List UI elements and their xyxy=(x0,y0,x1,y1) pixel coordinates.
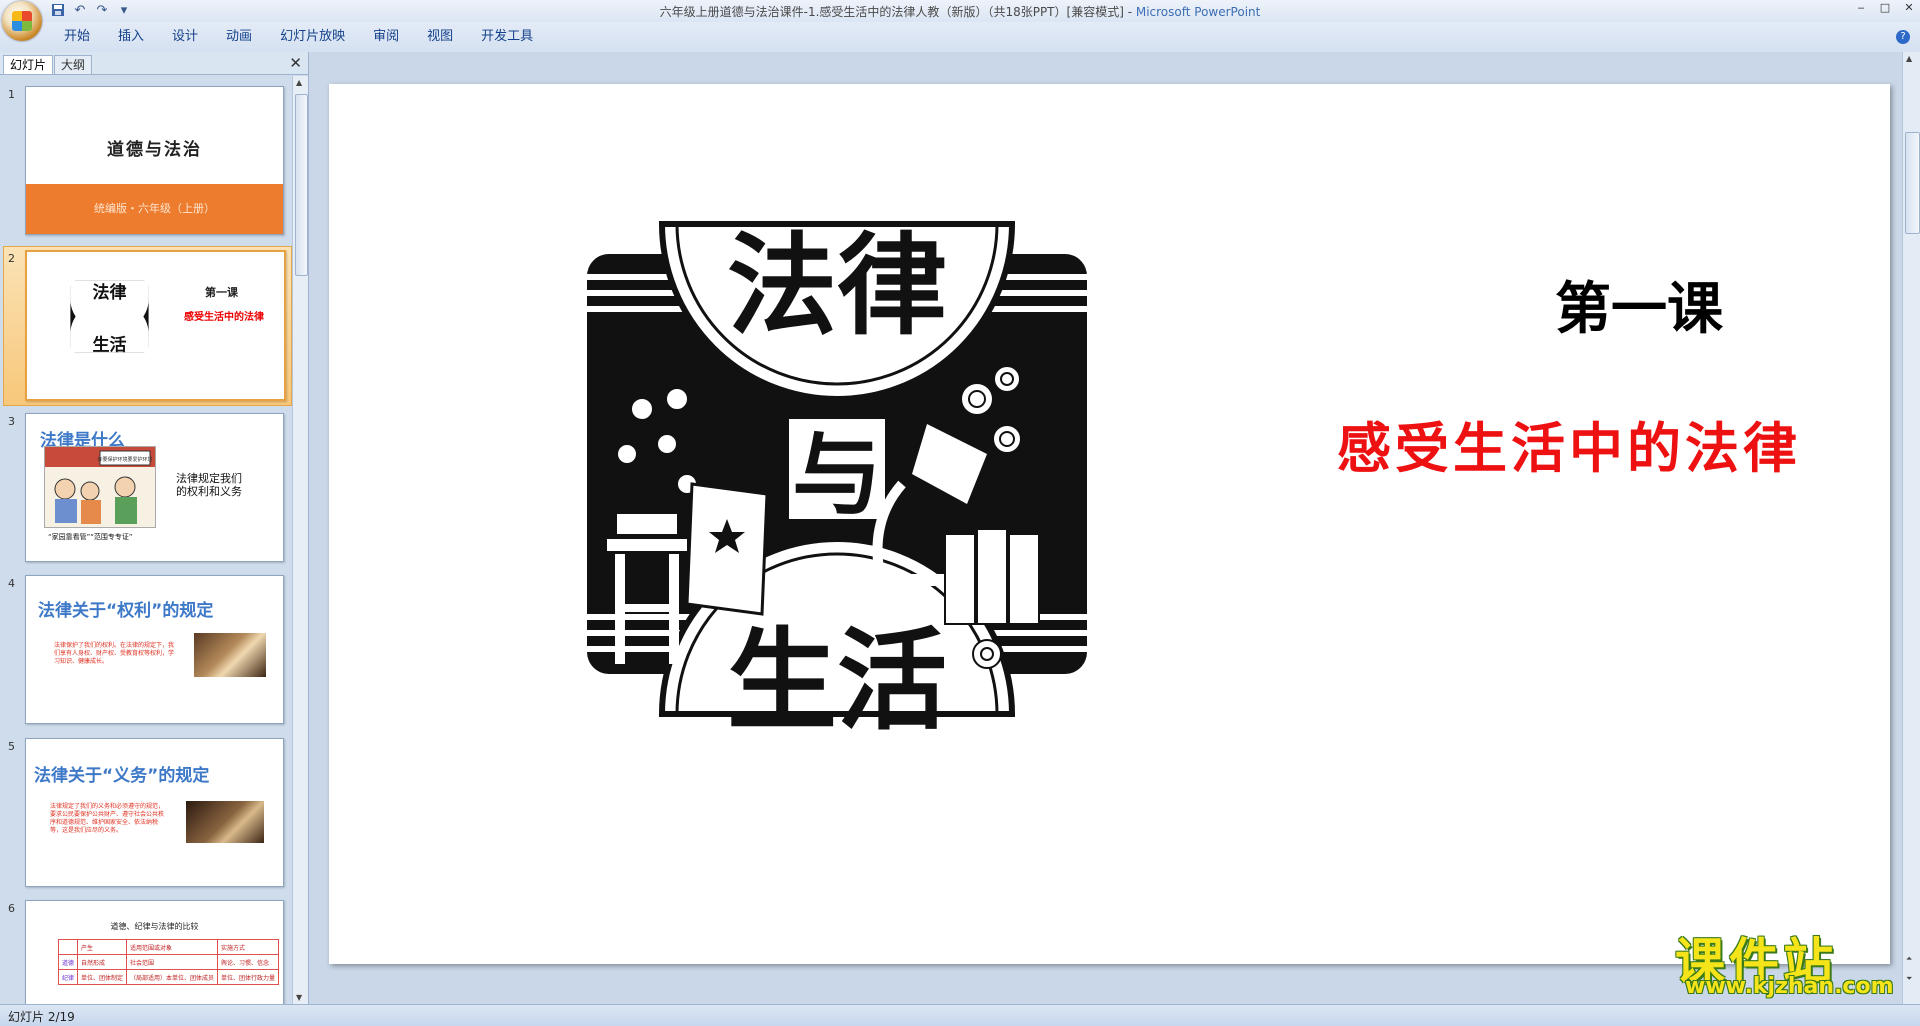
close-button[interactable]: ✕ xyxy=(1902,1,1916,14)
office-button[interactable] xyxy=(2,1,42,41)
thumb-emblem-icon: 法律 与 生活 xyxy=(70,280,149,356)
table-cell: 社会范围 xyxy=(126,954,219,970)
status-bar: 幻灯片 2/19 xyxy=(0,1004,1920,1026)
thumbnail-list: 1 道德与法治 统编版・六年级（上册） 2 法律 与 生活 第一课 感受生活中的… xyxy=(0,76,292,1004)
table-cell: 适用范围或对象 xyxy=(126,939,219,955)
thumb-cartoon-image: 你要保护环境要爱护环境 xyxy=(44,446,156,528)
thumb-side-text: 法律规定我们 的权利和义务 xyxy=(176,472,242,498)
maximize-button[interactable]: □ xyxy=(1878,1,1892,14)
slide-indicator: 幻灯片 2/19 xyxy=(8,1010,75,1024)
thumb-title: 第一课 xyxy=(205,286,238,299)
thumb-title: 道德与法治 xyxy=(107,140,202,160)
close-panel-icon[interactable]: ✕ xyxy=(289,54,302,72)
slide-number: 3 xyxy=(8,415,15,428)
scroll-thumb[interactable] xyxy=(295,94,308,276)
thumbnail-scrollbar[interactable]: ▲ ▼ xyxy=(292,76,308,1004)
emblem-top-text: 法律 xyxy=(727,222,947,350)
law-and-life-emblem: 法律 生活 与 xyxy=(587,221,1087,734)
help-icon[interactable]: ? xyxy=(1896,30,1910,44)
tab-outline[interactable]: 大纲 xyxy=(54,55,93,74)
thumb-book-image xyxy=(194,633,266,677)
thumb-title: 道德、纪律与法律的比较 xyxy=(110,922,199,931)
thumb-band: 统编版・六年级（上册） xyxy=(26,184,283,234)
slide-thumbnail-5[interactable]: 法律关于“义务”的规定 法律规定了我们的义务和必须遵守的规范，要求公民要保护公共… xyxy=(25,738,284,887)
document-title: 六年级上册道德与法治课件-1.感受生活中的法律人教（新版）（共18张PPT）[兼… xyxy=(659,5,1136,19)
watermark-logo: 课件站 www.kjzhan.com xyxy=(1665,922,1910,1002)
slide-thumbnail-3[interactable]: 法律是什么 你要保护环境要爱护环境 法律规定我们 的权利和义务 “家园靠看管”“… xyxy=(25,413,284,562)
slide-thumbnail-6[interactable]: 道德、纪律与法律的比较 产生 适用范围或对象 实施方式 道德 自然形成 社会范围… xyxy=(25,900,284,1004)
slide-number: 4 xyxy=(8,577,15,590)
thumb-caption: “家园靠看管”“范围专专证” xyxy=(48,533,133,541)
thumb-emblem-mid: 与 xyxy=(104,311,116,325)
scroll-down-icon[interactable]: ▼ xyxy=(296,993,302,1002)
thumb-subtitle: 感受生活中的法律 xyxy=(184,312,264,323)
table-cell: （局部适用）本单位、团体成员 xyxy=(126,969,219,985)
table-cell: 纪律 xyxy=(57,969,79,985)
tab-review[interactable]: 审阅 xyxy=(359,29,413,45)
slide-number: 2 xyxy=(8,252,15,265)
minimize-button[interactable]: ‒ xyxy=(1854,1,1868,14)
thumb-body-text: 法律规定了我们的义务和必须遵守的规范，要求公民要保护公共财产、遵守社会公共秩序和… xyxy=(50,803,165,834)
thumb-emblem-top: 法律 xyxy=(93,282,127,303)
thumb-body-text: 法律保护了我们的权利。在法律的规定下，我们享有人身权、财产权、受教育权等权利，学… xyxy=(54,642,175,665)
slides-panel: 幻灯片 大纲 ✕ 1 道德与法治 统编版・六年级（上册） 2 法律 与 生活 第… xyxy=(0,52,309,1004)
emblem-middle-text: 与 xyxy=(792,423,882,528)
slide-thumbnail-2[interactable]: 法律 与 生活 第一课 感受生活中的法律 xyxy=(25,250,286,401)
panel-tabs: 幻灯片 大纲 ✕ xyxy=(0,52,308,75)
table-cell: 单位、团体制定 xyxy=(77,969,128,985)
thumb-heading: 法律关于“权利”的规定 xyxy=(38,601,214,621)
emblem-bottom-text: 生活 xyxy=(727,617,947,734)
thumb-side-line-2: 的权利和义务 xyxy=(176,485,242,498)
thumb-table: 产生 适用范围或对象 实施方式 道德 自然形成 社会范围 舆论、习惯、信念 纪律… xyxy=(57,939,280,985)
office-logo-icon xyxy=(12,11,32,31)
slide-thumbnail-1[interactable]: 道德与法治 统编版・六年级（上册） xyxy=(25,86,284,235)
tab-developer[interactable]: 开发工具 xyxy=(467,29,547,45)
window-title: 六年级上册道德与法治课件-1.感受生活中的法律人教（新版）（共18张PPT）[兼… xyxy=(0,3,1920,20)
window-controls: ‒ □ ✕ xyxy=(1854,1,1916,14)
thumb-heading: 法律关于“义务”的规定 xyxy=(34,766,210,786)
thumb-side-line-1: 法律规定我们 xyxy=(176,472,242,485)
table-cell xyxy=(57,939,79,955)
table-row: 道德 自然形成 社会范围 舆论、习惯、信念 xyxy=(57,954,280,970)
tab-slides[interactable]: 幻灯片 xyxy=(3,55,54,74)
table-cell: 自然形成 xyxy=(77,954,128,970)
watermark-url: www.kjzhan.com xyxy=(1685,974,1894,999)
table-cell: 产生 xyxy=(77,939,128,955)
thumb-gavel-image xyxy=(186,801,264,843)
thumb-emblem-bottom: 生活 xyxy=(93,335,127,356)
table-cell: 道德 xyxy=(57,954,79,970)
table-row: 纪律 单位、团体制定 （局部适用）本单位、团体成员 单位、团体行政力量 xyxy=(57,969,280,985)
title-bar: ↶ ↷ ▾ 六年级上册道德与法治课件-1.感受生活中的法律人教（新版）（共18张… xyxy=(0,0,1920,41)
scroll-up-icon[interactable]: ▲ xyxy=(296,78,302,87)
slide-title[interactable]: 第一课 xyxy=(1409,264,1869,345)
tab-animations[interactable]: 动画 xyxy=(212,29,266,45)
slide-number: 5 xyxy=(8,740,15,753)
tab-slideshow[interactable]: 幻灯片放映 xyxy=(266,29,359,45)
tab-view[interactable]: 视图 xyxy=(413,29,467,45)
scroll-up-icon[interactable]: ▲ xyxy=(1906,54,1912,63)
slide-subtitle[interactable]: 感受生活中的法律 xyxy=(1269,404,1869,483)
table-row: 产生 适用范围或对象 实施方式 xyxy=(57,939,280,955)
tab-insert[interactable]: 插入 xyxy=(104,29,158,45)
ribbon-tabs: 开始 插入 设计 动画 幻灯片放映 审阅 视图 开发工具 ? xyxy=(0,22,1920,53)
app-name: Microsoft PowerPoint xyxy=(1135,5,1261,19)
slide-thumbnail-4[interactable]: 法律关于“权利”的规定 法律保护了我们的权利。在法律的规定下，我们享有人身权、财… xyxy=(25,575,284,724)
table-cell: 实施方式 xyxy=(217,939,280,955)
table-cell: 单位、团体行政力量 xyxy=(217,969,280,985)
thumb-pic-caption: 你要保护环境要爱护环境 xyxy=(97,456,152,463)
slide-editing-area: 法律 生活 与 第一课 感受生活中的法律 xyxy=(309,52,1902,1004)
table-cell: 舆论、习惯、信念 xyxy=(217,954,280,970)
current-slide[interactable]: 法律 生活 与 第一课 感受生活中的法律 xyxy=(329,84,1890,964)
tab-design[interactable]: 设计 xyxy=(158,29,212,45)
slide-number: 6 xyxy=(8,902,15,915)
scroll-thumb[interactable] xyxy=(1905,132,1920,234)
slide-number: 1 xyxy=(8,88,15,101)
tab-home[interactable]: 开始 xyxy=(50,29,104,45)
main-scrollbar[interactable]: ▲ ⏶ ⏷ xyxy=(1902,52,1920,1004)
